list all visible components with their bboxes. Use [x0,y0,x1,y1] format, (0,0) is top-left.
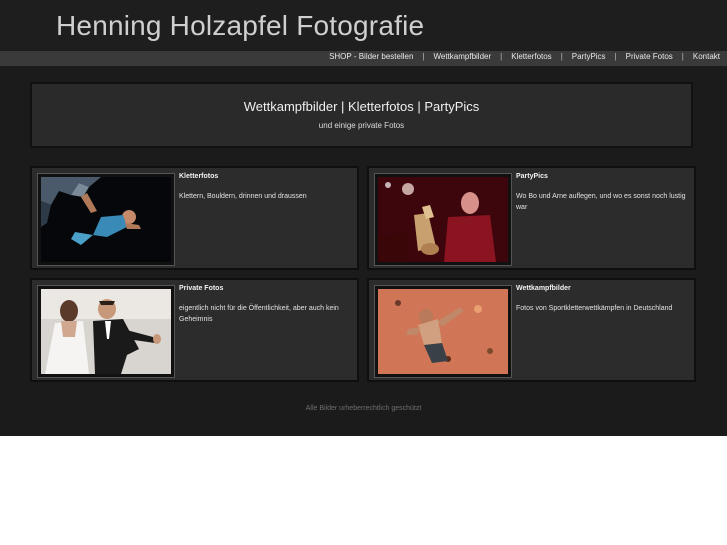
nav-bar: SHOP - Bilder bestellen | Wettkampfbilde… [0,51,727,66]
nav-separator: | [500,52,503,61]
card-partypics[interactable]: PartyPics Wo Bo und Arne auflegen, und w… [367,166,696,270]
saxophone-photo[interactable] [378,177,508,262]
nav-item-private-fotos[interactable]: Private Fotos [626,52,673,61]
nav-item-kletterfotos[interactable]: Kletterfotos [511,52,551,61]
thumbnail-frame [37,173,175,266]
nav-item-partypics[interactable]: PartyPics [572,52,606,61]
card-title[interactable]: Kletterfotos [179,173,218,180]
nav-separator: | [560,52,563,61]
hero-box: Wettkampfbilder | Kletterfotos | PartyPi… [30,82,693,148]
thumbnail-frame [374,285,512,378]
nav-item-shop[interactable]: SHOP - Bilder bestellen [329,52,413,61]
card-description: eigentlich nicht für die Öffentlichkeit,… [179,305,339,323]
thumbnail-frame [374,173,512,266]
climbing-wall-photo[interactable] [378,289,508,374]
site-title[interactable]: Henning Holzapfel Fotografie [56,10,424,42]
card-private-fotos[interactable]: Private Fotos eigentlich nicht für die Ö… [30,278,359,382]
nav-item-wettkampfbilder[interactable]: Wettkampfbilder [433,52,491,61]
nav-separator: | [681,52,684,61]
card-title[interactable]: Wettkampfbilder [516,285,571,292]
nav-separator: | [614,52,617,61]
card-title[interactable]: PartyPics [516,173,548,180]
nav-separator: | [422,52,425,61]
hero-title: Wettkampfbilder | Kletterfotos | PartyPi… [243,99,480,114]
card-title[interactable]: Private Fotos [179,285,223,292]
thumbnail-frame [37,285,175,378]
card-description: Klettern, Bouldern, drinnen und draussen [179,193,307,200]
nav-item-kontakt[interactable]: Kontakt [693,52,720,61]
site-container: Henning Holzapfel Fotografie SHOP - Bild… [0,0,727,436]
card-wettkampfbilder[interactable]: Wettkampfbilder Fotos von Sportkletterwe… [367,278,696,382]
card-kletterfotos[interactable]: Kletterfotos Klettern, Bouldern, drinnen… [30,166,359,270]
card-description: Wo Bo und Arne auflegen, und wo es sonst… [516,193,686,211]
hero-subtitle: und einige private Fotos [318,121,405,130]
card-description: Fotos von Sportkletterwettkämpfen in Deu… [516,305,673,312]
bouldering-photo[interactable] [41,177,171,262]
copyright-footer: Alle Bilder urheberrechtlich geschützt [305,405,422,412]
wedding-dance-photo[interactable] [41,289,171,374]
header: Henning Holzapfel Fotografie [0,0,727,51]
nav-list: SHOP - Bilder bestellen | Wettkampfbilde… [329,52,720,61]
